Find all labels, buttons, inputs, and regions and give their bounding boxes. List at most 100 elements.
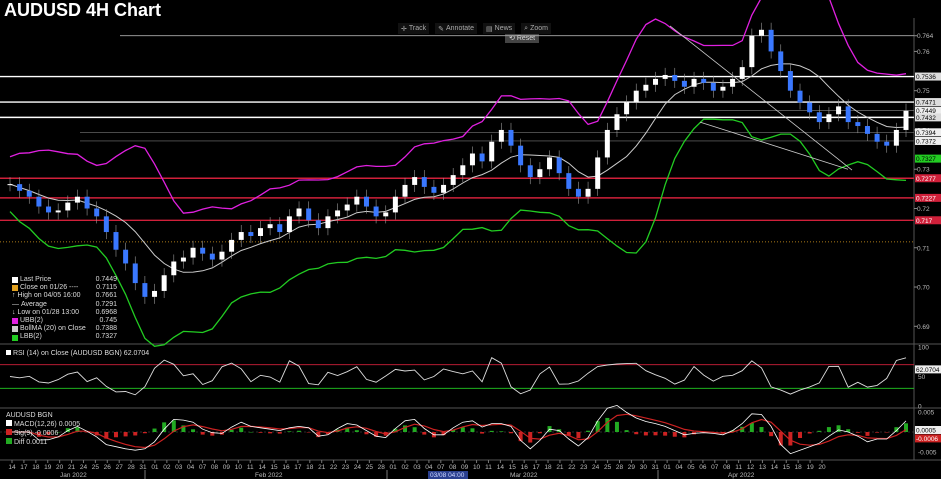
legend-value: 0.7388 (95, 325, 117, 333)
candle-body (65, 202, 71, 211)
legend-row: BollMA (20) on Close 0.7388 (12, 325, 117, 333)
date-tick-label: 19 (806, 464, 814, 471)
date-tick-label: 27 (116, 464, 124, 471)
candle-body (864, 126, 870, 134)
month-label: Jan 2022 (60, 472, 87, 479)
candle-body (681, 80, 687, 87)
macd-title: AUDUSD BGN (6, 412, 53, 419)
macd-tick-label: -0.005 (918, 450, 937, 457)
candle-body (315, 220, 321, 229)
legend-row: UBB(2) 0.745 (12, 317, 117, 325)
date-tick-label: 24 (80, 464, 88, 471)
legend-label: Last Price (20, 276, 52, 283)
date-tick-label: 30 (640, 464, 648, 471)
macd-histogram-bar (769, 432, 774, 437)
date-tick-label: 18 (32, 464, 40, 471)
macd-histogram-bar (855, 432, 860, 433)
cursor-date-label: 03/08 04:00 (430, 472, 465, 479)
candle-body (46, 206, 52, 213)
price-level-label: 0.7227 (916, 195, 936, 202)
date-tick-label: 15 (783, 464, 791, 471)
price-chart[interactable]: 0.7640.760.750.740.730.720.710.700.690.7… (0, 0, 941, 479)
macd-histogram-bar (113, 432, 118, 438)
candle-body (412, 177, 418, 185)
candle-body (595, 157, 601, 189)
macd-histogram-bar (258, 432, 263, 433)
date-tick-label: 25 (366, 464, 374, 471)
macd-histogram-bar (865, 432, 870, 436)
date-tick-label: 07 (199, 464, 207, 471)
macd-histogram-bar (798, 432, 803, 439)
candle-body (450, 175, 456, 185)
candle-body (26, 190, 32, 197)
candle-body (132, 263, 138, 284)
candle-body (778, 51, 784, 72)
macd-histogram-bar (508, 432, 513, 434)
candle-body (229, 239, 235, 252)
price-level-label: 0.7432 (916, 115, 936, 122)
date-tick-label: 24 (354, 464, 362, 471)
macd-histogram-bar (142, 432, 147, 434)
candle-body (807, 102, 813, 113)
candle-body (874, 133, 880, 142)
candle-body (36, 196, 42, 207)
date-tick-label: 18 (795, 464, 803, 471)
bollinger-moving-average (9, 63, 907, 273)
candle-body (624, 102, 630, 115)
macd-histogram-bar (287, 431, 292, 432)
date-tick-label: 29 (628, 464, 636, 471)
legend-label: Diff (13, 439, 25, 446)
candle-body (373, 206, 379, 217)
candle-body (566, 173, 572, 189)
date-tick-label: 13 (759, 464, 767, 471)
legend-label: Sig(9) (13, 430, 33, 437)
date-tick-label: 08 (723, 464, 731, 471)
candle-body (460, 165, 466, 176)
candle-body (662, 74, 668, 79)
date-tick-label: 04 (187, 464, 195, 471)
date-tick-label: 09 (461, 464, 469, 471)
candle-body (344, 204, 350, 211)
date-tick-label: 08 (211, 464, 219, 471)
candle-body (556, 157, 562, 174)
macd-histogram-bar (239, 427, 244, 432)
legend-value: 0.0011 (26, 439, 48, 446)
candle-body (325, 216, 331, 229)
macd-line (10, 404, 907, 455)
candle-body (431, 186, 437, 193)
candle-body (84, 196, 90, 209)
price-tick-label: 0.764 (917, 33, 934, 40)
candle-body (903, 110, 909, 130)
price-level-label: 0.7536 (916, 74, 936, 81)
macd-histogram-bar (364, 432, 369, 435)
legend-label: UBB(2) (20, 317, 43, 325)
legend-value: 0.7661 (95, 292, 117, 300)
candle-body (479, 153, 485, 162)
date-tick-label: 22 (568, 464, 576, 471)
legend-value: 0.745 (99, 317, 117, 325)
legend-label: Average (21, 300, 47, 308)
candle-body (691, 78, 697, 87)
macd-histogram-bar (884, 432, 889, 433)
date-tick-label: 16 (521, 464, 529, 471)
legend-swatch (12, 285, 18, 292)
date-tick-label: 02 (401, 464, 409, 471)
date-tick-label: 01 (390, 464, 398, 471)
candle-body (787, 71, 793, 91)
candle-body (74, 196, 80, 203)
candle-body (826, 114, 832, 123)
candle-body (701, 78, 707, 83)
macd-histogram-bar (152, 428, 157, 432)
price-level-label: 0.7471 (916, 100, 936, 107)
legend-row: MACD(12,26) 0.0005 (6, 420, 80, 429)
price-tick-label: 0.71 (917, 245, 930, 252)
macd-histogram-bar (643, 432, 648, 436)
candle-body (739, 67, 745, 79)
date-tick-label: 20 (818, 464, 826, 471)
candle-body (893, 129, 899, 146)
candle-body (180, 257, 186, 262)
candle-body (402, 184, 408, 197)
date-tick-label: 20 (56, 464, 64, 471)
macd-histogram-bar (875, 432, 880, 433)
candle-body (113, 232, 119, 250)
